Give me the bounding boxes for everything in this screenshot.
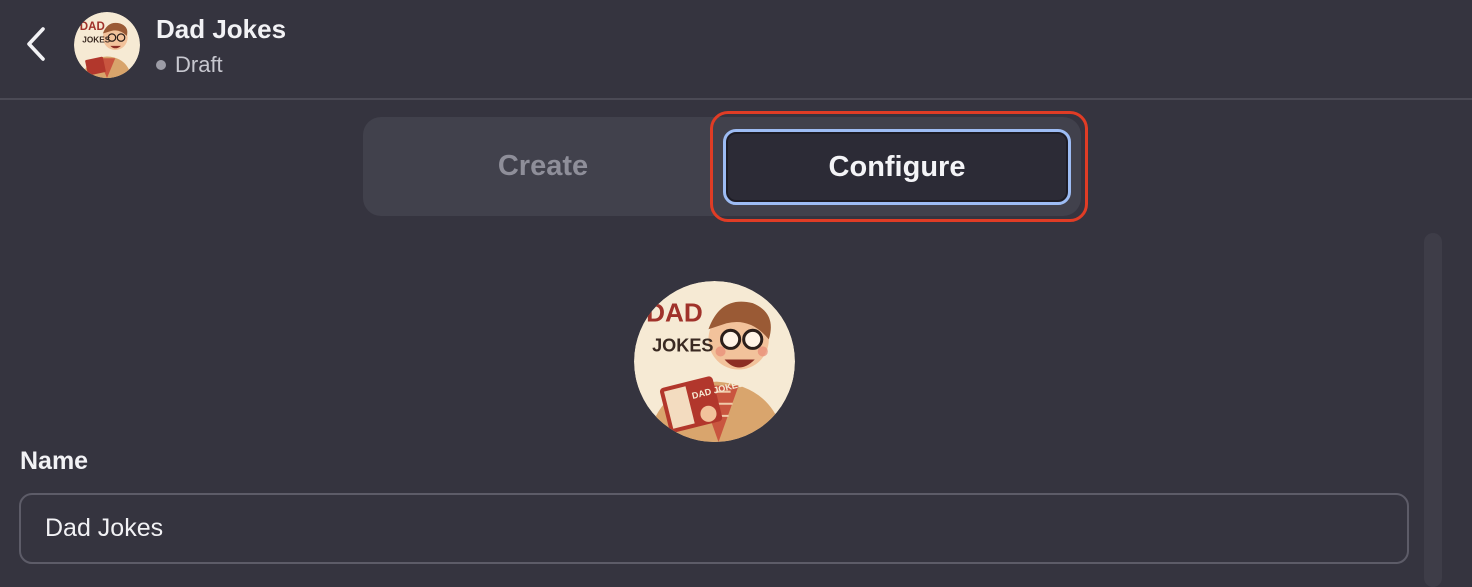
tab-create[interactable]: Create — [363, 117, 723, 216]
scrollbar[interactable] — [1424, 233, 1442, 587]
badge-jokes-text: JOKES — [652, 335, 713, 355]
back-button[interactable] — [18, 24, 54, 64]
gpt-title: Dad Jokes — [156, 14, 287, 44]
status-text: Draft — [175, 52, 223, 77]
name-input[interactable] — [19, 493, 1409, 564]
status-dot-icon — [156, 60, 166, 70]
gpt-avatar-image[interactable]: DAD JOKES DAD JOKES — [634, 281, 795, 442]
header: DAD JOKES Dad Jokes Draft — [0, 0, 1472, 100]
status-badge: Draft — [156, 52, 223, 78]
header-avatar: DAD JOKES — [74, 12, 140, 78]
badge-jokes-text: JOKES — [82, 36, 110, 45]
badge-dad-text: DAD — [646, 297, 703, 327]
chevron-left-icon — [27, 27, 45, 61]
name-label: Name — [20, 447, 89, 475]
tab-configure[interactable]: Configure — [723, 129, 1071, 205]
gpt-editor: DAD JOKES Dad Jokes Draft Create Configu… — [0, 0, 1472, 587]
badge-dad-text: DAD — [80, 21, 105, 33]
